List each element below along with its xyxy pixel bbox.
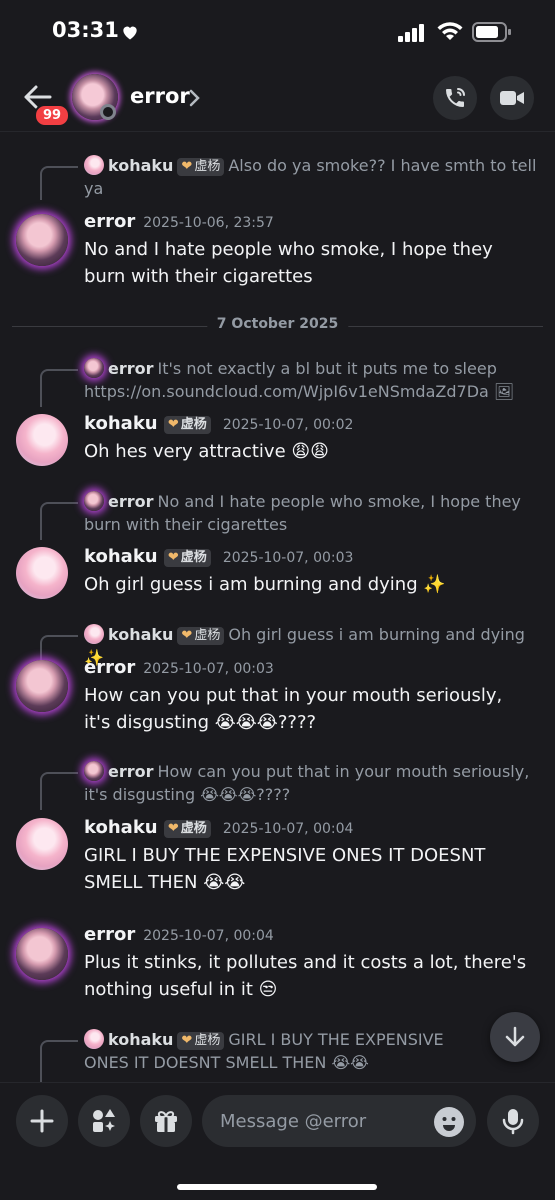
author-line: kohaku ❤ 虚杨 2025-10-07, 00:02 xyxy=(84,412,353,437)
heart-icon xyxy=(123,26,137,40)
reply-avatar xyxy=(84,1029,104,1049)
heart-icon: ❤ xyxy=(181,1033,193,1048)
message-composer xyxy=(0,1082,555,1200)
gift-button[interactable] xyxy=(140,1095,192,1147)
jump-to-bottom-button[interactable] xyxy=(490,1012,540,1062)
date-divider-label: 7 October 2025 xyxy=(206,316,349,332)
reply-author: kohaku xyxy=(108,1030,174,1049)
reply-preview[interactable]: error How can you put that in your mouth … xyxy=(84,760,537,806)
message-list[interactable]: kohaku ❤ 虚杨 Also do ya smoke?? I have smth … xyxy=(0,132,555,1082)
reply-preview[interactable]: kohaku ❤ 虚杨 GIRL I BUY THE EXPENSIVE ONES I… xyxy=(84,1028,485,1074)
voice-message-button[interactable] xyxy=(487,1095,539,1147)
message-text: No and I hate people who smoke, I hope t… xyxy=(84,239,493,287)
gift-icon xyxy=(155,1111,177,1132)
reply-author: kohaku xyxy=(108,625,174,644)
reply-connector xyxy=(40,772,78,810)
heart-icon: ❤ xyxy=(167,417,179,432)
reply-connector xyxy=(40,166,78,200)
avatar[interactable] xyxy=(16,660,68,712)
message-text: Oh hes very attractive 😩😩 xyxy=(84,441,329,462)
user-tag: ❤ 虚杨 xyxy=(177,627,225,645)
author-line: error 2025-10-07, 00:04 xyxy=(84,923,274,948)
voice-call-button[interactable] xyxy=(433,76,477,120)
reply-author: kohaku xyxy=(108,156,174,175)
battery-icon xyxy=(472,22,511,42)
dm-header: 99 error xyxy=(0,66,555,132)
timestamp: 2025-10-07, 00:04 xyxy=(143,928,274,944)
reply-avatar xyxy=(84,358,104,378)
date-divider: 7 October 2025 xyxy=(12,316,543,336)
apps-button[interactable] xyxy=(78,1095,130,1147)
timestamp: 2025-10-07, 00:02 xyxy=(222,417,354,433)
smiley-face-icon xyxy=(442,1117,456,1131)
arrow-down-icon xyxy=(505,1026,525,1047)
author-name[interactable]: error xyxy=(84,657,135,678)
user-tag: ❤ 虚杨 xyxy=(163,820,211,838)
reply-connector xyxy=(40,502,78,540)
avatar[interactable] xyxy=(16,214,68,266)
home-indicator xyxy=(177,1184,377,1190)
phone-icon xyxy=(446,88,465,107)
heart-icon: ❤ xyxy=(167,550,179,565)
author-line: error 2025-10-07, 00:03 xyxy=(84,656,274,681)
timestamp: 2025-10-07, 00:04 xyxy=(222,821,354,837)
emoji-icon[interactable] xyxy=(434,1107,464,1137)
reply-author: error xyxy=(108,762,154,781)
message-text: GIRL I BUY THE EXPENSIVE ONES IT DOESNT … xyxy=(84,845,486,893)
author-line: kohaku ❤ 虚杨 2025-10-07, 00:04 xyxy=(84,816,353,841)
message-text: Plus it stinks, it pollutes and it costs… xyxy=(84,952,527,1000)
microphone-icon xyxy=(502,1109,524,1135)
plus-icon xyxy=(30,1109,54,1133)
message-text: Oh girl guess i am burning and dying ✨ xyxy=(84,574,446,595)
timestamp: 2025-10-07, 00:03 xyxy=(222,550,354,566)
user-tag: ❤ 虚杨 xyxy=(163,549,211,567)
heart-icon: ❤ xyxy=(181,159,193,174)
reply-author: error xyxy=(108,359,154,378)
author-name[interactable]: kohaku xyxy=(84,413,158,434)
timestamp: 2025-10-06, 23:57 xyxy=(143,215,274,231)
reply-preview[interactable]: error It's not exactly a bl but it puts m… xyxy=(84,357,537,403)
author-name[interactable]: error xyxy=(84,211,135,232)
user-tag: ❤ 虚杨 xyxy=(177,1032,225,1050)
status-bar: 03:31 xyxy=(0,0,555,66)
unread-badge: 99 xyxy=(34,104,71,127)
avatar[interactable] xyxy=(16,414,68,466)
avatar[interactable] xyxy=(16,818,68,870)
wifi-icon xyxy=(437,22,463,40)
heart-icon: ❤ xyxy=(181,628,193,643)
reply-avatar xyxy=(84,491,104,511)
video-camera-icon xyxy=(500,91,524,105)
apps-icon xyxy=(93,1109,115,1132)
author-line: error 2025-10-06, 23:57 xyxy=(84,210,274,235)
status-indicator-icon xyxy=(100,104,116,120)
reply-preview[interactable]: kohaku ❤ 虚杨 Also do ya smoke?? I have smth … xyxy=(84,154,537,200)
reply-avatar xyxy=(84,761,104,781)
reply-author: error xyxy=(108,492,154,511)
avatar[interactable] xyxy=(16,928,68,980)
avatar[interactable] xyxy=(16,547,68,599)
reply-avatar xyxy=(84,155,104,175)
author-name[interactable]: error xyxy=(84,924,135,945)
timestamp: 2025-10-07, 00:03 xyxy=(143,661,274,677)
add-attachment-button[interactable] xyxy=(16,1095,68,1147)
heart-icon: ❤ xyxy=(167,821,179,836)
reply-connector xyxy=(40,635,78,663)
reply-avatar xyxy=(84,624,104,644)
status-time: 03:31 xyxy=(52,18,119,42)
reply-connector xyxy=(40,369,78,407)
video-call-button[interactable] xyxy=(490,76,534,120)
chevron-right-icon[interactable] xyxy=(188,88,202,108)
author-name[interactable]: kohaku xyxy=(84,546,158,567)
user-tag: ❤ 虚杨 xyxy=(177,158,225,176)
author-line: kohaku ❤ 虚杨 2025-10-07, 00:03 xyxy=(84,545,353,570)
reply-connector xyxy=(40,1040,78,1082)
author-name[interactable]: kohaku xyxy=(84,817,158,838)
message-text: How can you put that in your mouth serio… xyxy=(84,685,503,733)
user-tag: ❤ 虚杨 xyxy=(163,416,211,434)
dm-title[interactable]: error xyxy=(130,84,190,108)
reply-preview[interactable]: error No and I hate people who smoke, I h… xyxy=(84,490,537,536)
signal-icon xyxy=(398,24,424,42)
